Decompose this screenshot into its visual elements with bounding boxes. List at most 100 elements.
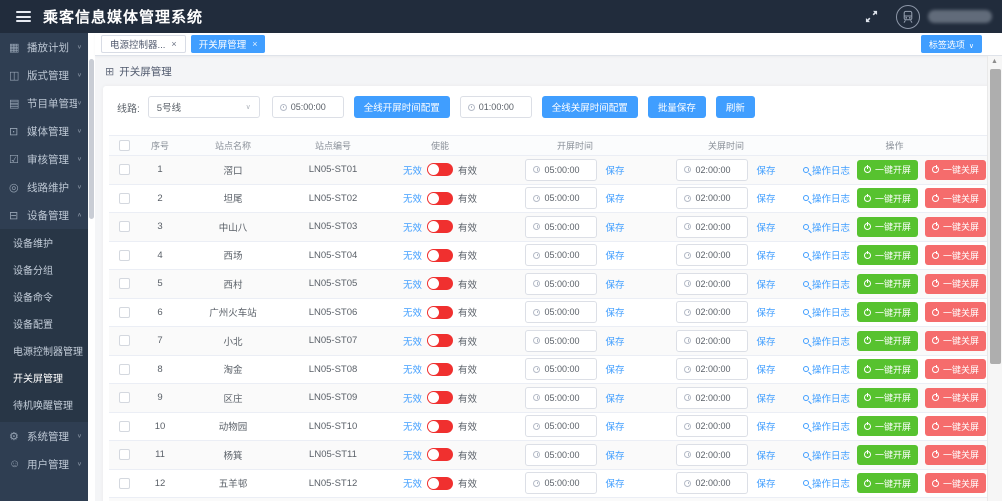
operation-log-link[interactable]: 操作日志 — [803, 391, 850, 405]
content-scrollbar-thumb[interactable] — [990, 69, 1001, 364]
one-key-close-button[interactable]: 一键关屏 — [925, 302, 986, 322]
one-key-close-button[interactable]: 一键关屏 — [925, 188, 986, 208]
sidebar-scrollbar-thumb[interactable] — [89, 59, 94, 219]
sidebar-item-play-plan[interactable]: ▦播放计划∨ — [0, 33, 88, 61]
operation-log-link[interactable]: 操作日志 — [803, 191, 850, 205]
fullscreen-icon[interactable] — [865, 10, 878, 23]
one-key-open-button[interactable]: 一键开屏 — [857, 388, 918, 408]
tab-switch-screen[interactable]: 开关屏管理 × — [191, 35, 266, 53]
open-time-save-link[interactable]: 保存 — [605, 163, 624, 177]
operation-log-link[interactable]: 操作日志 — [803, 248, 850, 262]
enable-toggle[interactable] — [427, 477, 453, 490]
row-checkbox[interactable] — [119, 335, 130, 346]
close-time-input[interactable]: 02:00:00 — [676, 159, 748, 181]
open-time-save-link[interactable]: 保存 — [605, 220, 624, 234]
operation-log-link[interactable]: 操作日志 — [803, 163, 850, 177]
sidebar-item-layout-mgmt[interactable]: ◫版式管理∨ — [0, 61, 88, 89]
batch-save-button[interactable]: 批量保存 — [648, 96, 706, 118]
sidebar-item-line-maintain[interactable]: ◎线路维护∨ — [0, 173, 88, 201]
enable-toggle[interactable] — [427, 163, 453, 176]
open-time-save-link[interactable]: 保存 — [605, 334, 624, 348]
close-time-input[interactable]: 02:00:00 — [676, 444, 748, 466]
all-close-time-input[interactable]: 01:00:00 — [460, 96, 532, 118]
enable-toggle[interactable] — [427, 192, 453, 205]
open-time-input[interactable]: 05:00:00 — [525, 187, 597, 209]
one-key-open-button[interactable]: 一键开屏 — [857, 416, 918, 436]
close-time-save-link[interactable]: 保存 — [756, 191, 775, 205]
close-time-input[interactable]: 02:00:00 — [676, 358, 748, 380]
open-time-save-link[interactable]: 保存 — [605, 476, 624, 490]
refresh-button[interactable]: 刷新 — [716, 96, 755, 118]
one-key-close-button[interactable]: 一键关屏 — [925, 359, 986, 379]
open-time-input[interactable]: 05:00:00 — [525, 358, 597, 380]
row-checkbox[interactable] — [119, 221, 130, 232]
enable-toggle[interactable] — [427, 363, 453, 376]
one-key-close-button[interactable]: 一键关屏 — [925, 331, 986, 351]
one-key-open-button[interactable]: 一键开屏 — [857, 331, 918, 351]
close-time-save-link[interactable]: 保存 — [756, 476, 775, 490]
sidebar-item-audit-mgmt[interactable]: ☑审核管理∨ — [0, 145, 88, 173]
enable-toggle[interactable] — [427, 334, 453, 347]
row-checkbox[interactable] — [119, 449, 130, 460]
close-time-save-link[interactable]: 保存 — [756, 305, 775, 319]
sidebar-subitem-device-group[interactable]: 设备分组 — [0, 258, 88, 285]
row-checkbox[interactable] — [119, 278, 130, 289]
operation-log-link[interactable]: 操作日志 — [803, 220, 850, 234]
open-time-input[interactable]: 05:00:00 — [525, 387, 597, 409]
open-time-save-link[interactable]: 保存 — [605, 305, 624, 319]
enable-toggle[interactable] — [427, 420, 453, 433]
close-time-input[interactable]: 02:00:00 — [676, 472, 748, 494]
one-key-open-button[interactable]: 一键开屏 — [857, 359, 918, 379]
all-line-close-config-button[interactable]: 全线关屏时间配置 — [542, 96, 638, 118]
operation-log-link[interactable]: 操作日志 — [803, 476, 850, 490]
close-time-save-link[interactable]: 保存 — [756, 220, 775, 234]
sidebar-subitem-switch-screen-mgmt[interactable]: 开关屏管理 — [0, 366, 88, 393]
line-select[interactable]: 5号线 ∨ — [148, 96, 260, 118]
close-time-input[interactable]: 02:00:00 — [676, 244, 748, 266]
sidebar-item-device-mgmt[interactable]: ⊟设备管理∧ — [0, 201, 88, 229]
open-time-save-link[interactable]: 保存 — [605, 391, 624, 405]
open-time-save-link[interactable]: 保存 — [605, 362, 624, 376]
sidebar-scrollbar[interactable] — [88, 33, 95, 501]
hamburger-menu-icon[interactable] — [16, 11, 31, 22]
all-open-time-input[interactable]: 05:00:00 — [272, 96, 344, 118]
close-icon[interactable]: × — [171, 40, 176, 49]
sidebar-item-system-mgmt[interactable]: ⚙系统管理∨ — [0, 422, 88, 450]
close-time-input[interactable]: 02:00:00 — [676, 301, 748, 323]
sidebar-subitem-power-controller-mgmt[interactable]: 电源控制器管理 — [0, 339, 88, 366]
one-key-close-button[interactable]: 一键关屏 — [925, 445, 986, 465]
one-key-open-button[interactable]: 一键开屏 — [857, 445, 918, 465]
scroll-up-arrow-icon[interactable]: ▲ — [991, 58, 998, 65]
close-time-save-link[interactable]: 保存 — [756, 334, 775, 348]
one-key-open-button[interactable]: 一键开屏 — [857, 217, 918, 237]
row-checkbox[interactable] — [119, 307, 130, 318]
operation-log-link[interactable]: 操作日志 — [803, 419, 850, 433]
close-time-save-link[interactable]: 保存 — [756, 419, 775, 433]
open-time-input[interactable]: 05:00:00 — [525, 444, 597, 466]
enable-toggle[interactable] — [427, 277, 453, 290]
close-time-input[interactable]: 02:00:00 — [676, 273, 748, 295]
row-checkbox[interactable] — [119, 421, 130, 432]
open-time-input[interactable]: 05:00:00 — [525, 244, 597, 266]
one-key-open-button[interactable]: 一键开屏 — [857, 473, 918, 493]
row-checkbox[interactable] — [119, 250, 130, 261]
row-checkbox[interactable] — [119, 478, 130, 489]
close-time-input[interactable]: 02:00:00 — [676, 415, 748, 437]
open-time-save-link[interactable]: 保存 — [605, 191, 624, 205]
operation-log-link[interactable]: 操作日志 — [803, 448, 850, 462]
operation-log-link[interactable]: 操作日志 — [803, 362, 850, 376]
open-time-save-link[interactable]: 保存 — [605, 277, 624, 291]
open-time-input[interactable]: 05:00:00 — [525, 301, 597, 323]
one-key-close-button[interactable]: 一键关屏 — [925, 274, 986, 294]
one-key-close-button[interactable]: 一键关屏 — [925, 217, 986, 237]
operation-log-link[interactable]: 操作日志 — [803, 277, 850, 291]
one-key-open-button[interactable]: 一键开屏 — [857, 245, 918, 265]
sidebar-subitem-device-maintain[interactable]: 设备维护 — [0, 231, 88, 258]
one-key-open-button[interactable]: 一键开屏 — [857, 274, 918, 294]
open-time-save-link[interactable]: 保存 — [605, 448, 624, 462]
one-key-close-button[interactable]: 一键关屏 — [925, 388, 986, 408]
tag-options-button[interactable]: 标签选项∨ — [921, 35, 982, 53]
row-checkbox[interactable] — [119, 364, 130, 375]
select-all-checkbox[interactable] — [119, 140, 130, 151]
row-checkbox[interactable] — [119, 164, 130, 175]
